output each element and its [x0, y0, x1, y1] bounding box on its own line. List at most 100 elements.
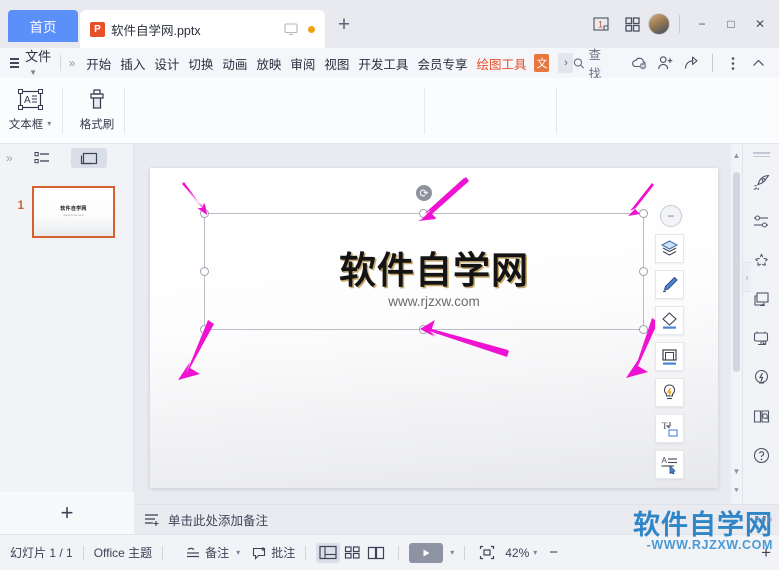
- slide-thumbnail-1[interactable]: 软件自学网 www.rjzxw.com: [32, 186, 115, 238]
- slide-subtitle-text[interactable]: www.rjzxw.com: [150, 294, 718, 309]
- scroll-up-icon[interactable]: ▲: [731, 148, 742, 162]
- divider: [59, 55, 61, 71]
- tab-review[interactable]: 审阅: [289, 52, 316, 75]
- pptx-icon-letter: P: [94, 23, 101, 35]
- idea-bulb-icon[interactable]: [746, 362, 776, 392]
- notes-toggle-button[interactable]: 备注 ▾: [186, 544, 240, 561]
- tab-animation[interactable]: 动画: [221, 52, 248, 75]
- maximize-button[interactable]: □: [718, 11, 744, 37]
- menu-overflow-right-icon[interactable]: ›: [558, 53, 574, 73]
- share-icon[interactable]: [680, 50, 704, 76]
- resize-handle-sw[interactable]: [200, 325, 209, 334]
- theme-label[interactable]: Office 主题: [94, 544, 152, 561]
- ribbon-group-painter: 格式刷: [71, 78, 123, 144]
- divider: [62, 88, 63, 134]
- tab-view[interactable]: 视图: [323, 52, 350, 75]
- sidebar-expand-tab[interactable]: ›: [742, 262, 751, 292]
- minimize-button[interactable]: −: [689, 11, 715, 37]
- format-painter-button[interactable]: 格式刷: [71, 78, 123, 132]
- window-controls: 1 − □ ✕: [590, 11, 773, 37]
- svg-text:1: 1: [598, 20, 603, 30]
- file-menu[interactable]: 文件 ▼: [25, 46, 52, 80]
- slide-editor-stage[interactable]: ⟳ 软件自学网 www.rjzxw.com ▲ ▼ ⯆: [134, 144, 742, 504]
- menu-right-group: 查找: [573, 44, 779, 82]
- page-count-icon[interactable]: 1: [590, 11, 616, 37]
- vertical-scrollbar[interactable]: ▲ ▼ ⯆: [731, 144, 742, 504]
- resize-handle-se[interactable]: [639, 325, 648, 334]
- menu-overflow-left-icon[interactable]: »: [69, 56, 76, 70]
- status-bar: 幻灯片 1 / 1 Office 主题 备注 ▾ 批注 ▾ 42% ▾ − +: [0, 534, 779, 570]
- tab-developer[interactable]: 开发工具: [357, 52, 409, 75]
- tab-slideshow[interactable]: 放映: [255, 52, 282, 75]
- rotate-handle[interactable]: ⟳: [416, 185, 432, 201]
- tab-member[interactable]: 会员专享: [416, 52, 468, 75]
- resource-icon[interactable]: [746, 323, 776, 353]
- maximize-label: □: [727, 17, 735, 31]
- text-wrap-button[interactable]: T: [655, 414, 684, 443]
- tab-start[interactable]: 开始: [85, 52, 112, 75]
- chevron-down-icon[interactable]: ▾: [450, 548, 454, 557]
- layers-button[interactable]: [655, 234, 684, 263]
- collapse-tools-button[interactable]: −: [660, 205, 682, 227]
- pen-style-button[interactable]: [655, 270, 684, 299]
- zoom-out-button[interactable]: −: [549, 544, 558, 561]
- hamburger-icon[interactable]: [10, 55, 20, 70]
- notes-toggle-label: 备注: [205, 546, 230, 560]
- double-chevron-icon[interactable]: »: [6, 151, 13, 165]
- next-slide-icon[interactable]: ⯆: [731, 484, 742, 498]
- add-slide-button[interactable]: +: [0, 492, 134, 534]
- document-tab[interactable]: P 软件自学网.pptx: [80, 10, 325, 48]
- sliders-icon[interactable]: [746, 206, 776, 236]
- add-user-icon[interactable]: [654, 50, 678, 76]
- tab-design[interactable]: 设计: [153, 52, 180, 75]
- quick-idea-button[interactable]: [655, 378, 684, 407]
- notes-pane[interactable]: 单击此处添加备注: [134, 504, 779, 534]
- monitor-icon[interactable]: [283, 21, 299, 37]
- ribbon-toolbar: A 文本框 ▾ 格式刷: [0, 78, 779, 216]
- tab-drawing-tools[interactable]: 绘图工具: [475, 52, 527, 75]
- text-select-button[interactable]: A: [655, 450, 684, 479]
- shape-outline-button[interactable]: [655, 342, 684, 371]
- cloud-sync-icon[interactable]: [628, 50, 652, 76]
- comments-label: 批注: [271, 546, 296, 560]
- chevron-down-icon[interactable]: ▾: [533, 548, 537, 557]
- resize-handle-n[interactable]: [419, 209, 428, 218]
- reading-view-button[interactable]: [364, 543, 388, 563]
- drag-grip-icon[interactable]: [752, 150, 770, 158]
- home-tab[interactable]: 首页: [8, 10, 78, 42]
- zoom-in-button[interactable]: +: [761, 543, 771, 563]
- outline-view-icon[interactable]: [27, 148, 57, 168]
- fit-to-window-button[interactable]: [475, 543, 499, 563]
- new-tab-button[interactable]: +: [332, 14, 356, 38]
- slide-sorter-button[interactable]: [340, 543, 364, 563]
- resize-handle-nw[interactable]: [200, 209, 209, 218]
- scroll-down-icon[interactable]: ▼: [731, 464, 742, 478]
- tab-insert[interactable]: 插入: [119, 52, 146, 75]
- more-icon[interactable]: [721, 50, 745, 76]
- book-search-icon[interactable]: [746, 401, 776, 431]
- find-button[interactable]: 查找: [573, 44, 611, 82]
- fill-style-button[interactable]: [655, 306, 684, 335]
- help-icon[interactable]: [746, 440, 776, 470]
- grid-icon[interactable]: [619, 11, 645, 37]
- normal-view-button[interactable]: [316, 542, 341, 563]
- play-slideshow-button[interactable]: [409, 542, 444, 563]
- rocket-icon[interactable]: [746, 167, 776, 197]
- slide-canvas[interactable]: ⟳ 软件自学网 www.rjzxw.com: [150, 168, 718, 488]
- tab-transition[interactable]: 切换: [187, 52, 214, 75]
- collapse-ribbon-icon[interactable]: [747, 50, 771, 76]
- tab-text-tools-chip[interactable]: 文: [534, 54, 550, 72]
- resize-handle-ne[interactable]: [639, 209, 648, 218]
- slides-view-icon[interactable]: [70, 148, 107, 168]
- scrollbar-thumb[interactable]: [733, 172, 740, 372]
- slide-title-text[interactable]: 软件自学网: [150, 240, 718, 294]
- textbox-button[interactable]: A 文本框 ▾: [4, 78, 56, 132]
- menu-overflow-left-label: »: [68, 56, 76, 70]
- divider: [398, 545, 400, 560]
- user-avatar[interactable]: [648, 13, 670, 35]
- close-button[interactable]: ✕: [747, 11, 773, 37]
- comments-button[interactable]: 批注: [252, 544, 295, 561]
- resize-handle-s[interactable]: [419, 325, 428, 334]
- zoom-level-label[interactable]: 42%: [505, 546, 529, 560]
